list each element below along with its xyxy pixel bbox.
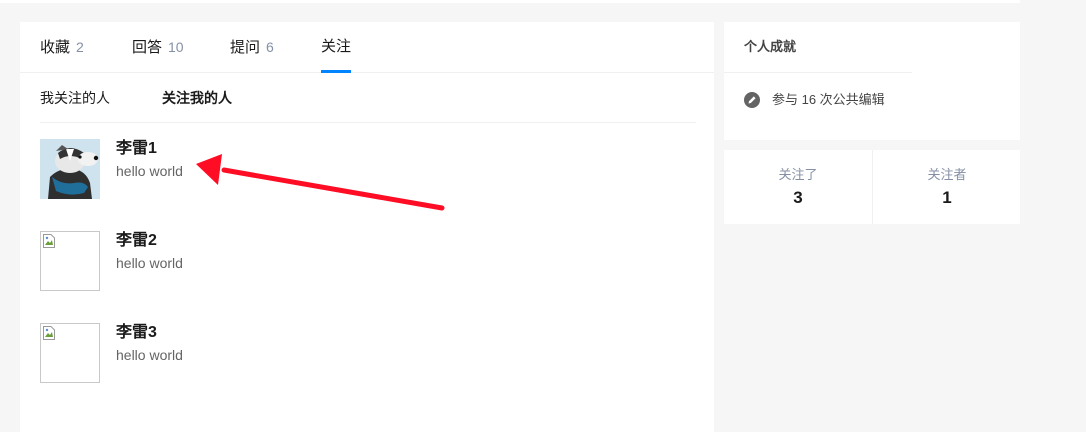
top-bar [0,0,1020,3]
tab-count: 10 [168,39,184,55]
followers-count-stat[interactable]: 关注者 1 [872,150,1021,224]
tab-label: 收藏 [40,39,71,56]
divider [724,72,912,73]
subtab-followers[interactable]: 关注我的人 [162,73,232,122]
user-bio: hello world [116,347,183,363]
tab-answers[interactable]: 回答 10 [132,22,184,72]
stat-value: 1 [942,188,952,207]
tab-label: 回答 [132,39,163,56]
profile-tabs: 收藏 2 回答 10 提问 6 关注 [20,22,714,73]
badger-avatar-icon[interactable] [40,139,100,199]
tab-questions[interactable]: 提问 6 [230,22,274,72]
achievements-card: 个人成就 参与 16 次公共编辑 [724,22,1020,140]
tab-count: 6 [266,39,274,55]
achievements-title: 个人成就 [744,39,797,54]
user-name[interactable]: 李雷2 [116,231,157,251]
broken-image-icon[interactable] [40,231,100,291]
tab-label: 提问 [230,39,261,56]
list-item: 李雷1 hello world [40,139,696,201]
profile-main-card: 收藏2 回答10 提问6 关注 我关注的人 关注我的人 李雷1 hello [20,22,714,432]
follow-subtabs: 我关注的人 关注我的人 [40,73,696,123]
list-item: 李雷3 hello world [40,323,696,385]
tab-count: 2 [76,39,84,55]
pencil-icon [744,92,760,108]
stat-label: 关注者 [927,167,967,182]
tab-following[interactable]: 关注 [321,22,352,73]
tab-collections[interactable]: 收藏 2 [40,22,84,72]
public-edit-text: 参与 16 次公共编辑 [772,92,885,107]
stat-value: 3 [793,188,803,207]
user-bio: hello world [116,163,183,179]
user-name[interactable]: 李雷1 [116,139,157,159]
broken-image-icon [43,234,55,248]
broken-image-icon[interactable] [40,323,100,383]
tab-label: 关注 [321,38,352,55]
user-name[interactable]: 李雷3 [116,323,157,343]
list-item: 李雷2 hello world [40,231,696,293]
follow-stats-card: 关注了 3 关注者 1 [724,150,1020,224]
user-bio: hello world [116,255,183,271]
following-count-stat[interactable]: 关注了 3 [724,150,872,224]
broken-image-icon [43,326,55,340]
stat-label: 关注了 [778,167,818,182]
subtab-i-follow[interactable]: 我关注的人 [40,73,110,122]
